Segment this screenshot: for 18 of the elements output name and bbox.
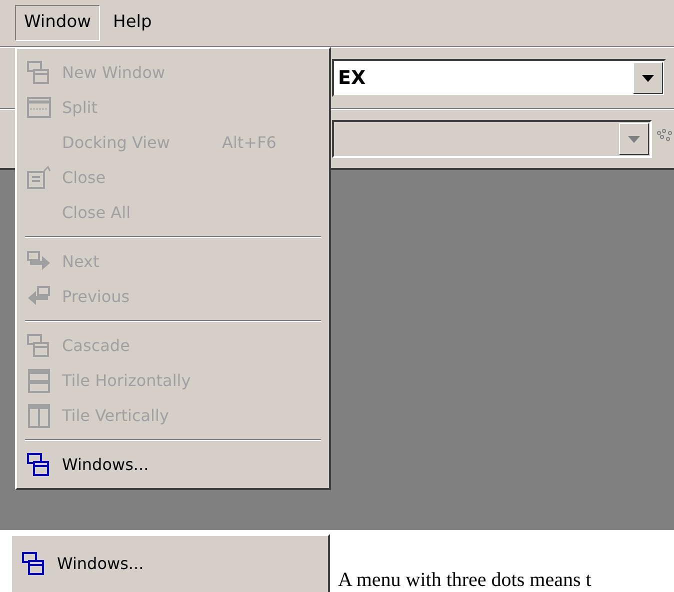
caret-icon [642, 74, 654, 82]
caret-icon [628, 136, 640, 142]
vertical-tiles-icon [26, 402, 52, 428]
combo-box[interactable]: EX [332, 59, 666, 97]
combo-value: EX [337, 66, 367, 91]
menu-bar-item[interactable]: Help [104, 5, 161, 41]
caption-text: A menu with three dots means t [338, 568, 592, 592]
windows-icon [26, 60, 52, 86]
menu-bar-item[interactable]: Window [15, 5, 100, 41]
menu-item[interactable]: Windows... [10, 534, 330, 592]
dropdown-button[interactable] [633, 62, 663, 94]
horizontal-tiles-icon [26, 368, 52, 394]
windows-icon [21, 551, 47, 577]
windows-icon [26, 452, 52, 478]
cascade-icon [26, 332, 52, 358]
menu-item[interactable]: Windows... [20, 447, 326, 482]
split-window-icon [26, 94, 52, 120]
document-icon [26, 164, 52, 190]
